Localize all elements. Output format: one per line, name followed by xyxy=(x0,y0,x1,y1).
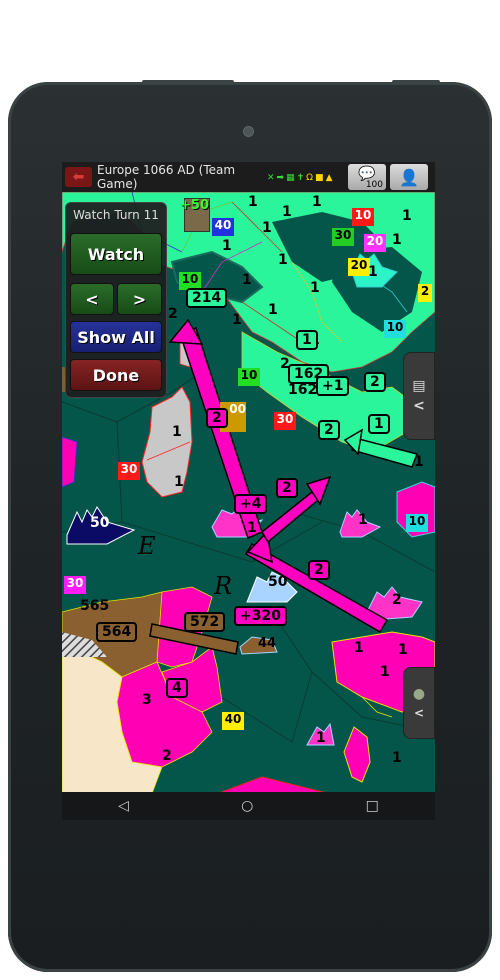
tablet-volume-button xyxy=(142,80,234,84)
archer-icon: ✝ xyxy=(296,173,305,183)
warning-icon: ▲ xyxy=(325,173,333,183)
watch-button[interactable]: Watch xyxy=(70,233,162,275)
nav-recent-icon[interactable]: □ xyxy=(366,798,379,814)
game-screen: +50 10 30 20 20 40 10 10 10 10 30 30 30 … xyxy=(62,162,435,820)
nav-home-icon[interactable]: ○ xyxy=(241,798,253,814)
android-navbar: ◁ ○ □ xyxy=(62,792,435,820)
watch-turn-title: Watch Turn 11 xyxy=(73,208,159,222)
infantry-icon: ✕ xyxy=(267,173,275,183)
tablet-power-button xyxy=(392,80,440,84)
chevron-left-icon: < xyxy=(413,398,425,414)
show-all-button[interactable]: Show All xyxy=(70,321,162,353)
top-bar: ⬅ Europe 1066 AD (Team Game) ✕ ➡ ▦ ✝ Ω ■… xyxy=(62,162,435,192)
player-button[interactable]: 👤 xyxy=(390,164,428,190)
done-button[interactable]: Done xyxy=(70,359,162,391)
game-title: Europe 1066 AD (Team Game) xyxy=(97,163,236,191)
person-icon: 👤 xyxy=(399,167,419,187)
status-icons: ✕ ➡ ▦ ✝ Ω ■ ▲ xyxy=(267,173,332,183)
front-camera xyxy=(244,127,253,136)
back-button[interactable]: ⬅ xyxy=(65,167,92,187)
chat-button[interactable]: 💬 100 xyxy=(348,164,386,190)
gold-icon: ■ xyxy=(315,173,324,183)
commander-head-icon: ● xyxy=(412,686,426,702)
orders-side-tab[interactable]: ▤ < xyxy=(403,352,435,440)
cavalry-icon: ➡ xyxy=(276,173,285,183)
clipboard-icon: ▤ xyxy=(412,378,426,394)
commander-side-tab[interactable]: ● < xyxy=(403,667,435,739)
previous-turn-button[interactable]: < xyxy=(70,283,114,315)
magnet-icon: Ω xyxy=(306,173,314,183)
back-arrow-icon: ⬅ xyxy=(72,169,85,185)
chevron-left-icon: < xyxy=(413,706,425,720)
chat-count: 100 xyxy=(365,180,383,190)
watch-panel: Watch Turn 11 Watch < > Show All Done xyxy=(65,202,167,398)
nav-back-icon[interactable]: ◁ xyxy=(118,798,129,814)
next-turn-button[interactable]: > xyxy=(117,283,162,315)
army-icon: ▦ xyxy=(286,173,295,183)
